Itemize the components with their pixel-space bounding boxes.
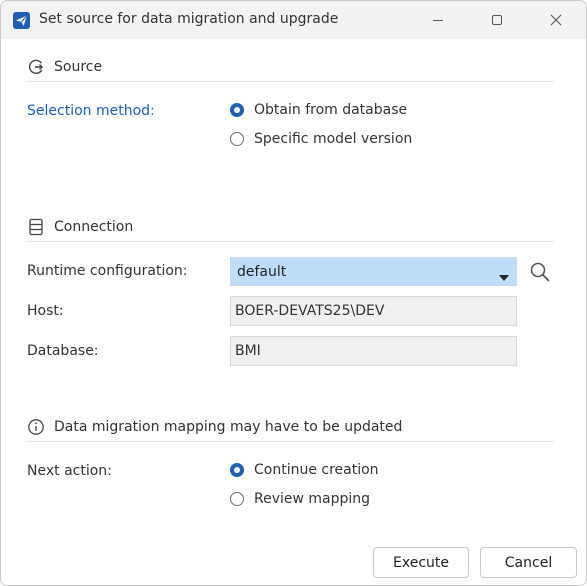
radio-label: Specific model version — [254, 131, 413, 147]
radio-specific-model-version[interactable]: Specific model version — [230, 131, 412, 147]
cancel-button[interactable]: Cancel — [480, 547, 577, 578]
selection-method-label: Selection method: — [27, 103, 155, 119]
divider — [26, 241, 554, 242]
runtime-configuration-select[interactable]: default — [230, 257, 517, 286]
source-heading: Source — [54, 59, 103, 75]
radio-label: Obtain from database — [254, 102, 408, 118]
close-button[interactable] — [536, 8, 576, 34]
radio-label: Review mapping — [254, 491, 371, 507]
radio-continue-creation[interactable]: Continue creation — [230, 462, 379, 478]
chevron-down-icon[interactable] — [499, 269, 509, 285]
notice-text: Data migration mapping may have to be up… — [54, 419, 403, 435]
maximize-button[interactable] — [477, 8, 517, 34]
radio-label: Continue creation — [254, 462, 379, 478]
send-arrow-icon — [13, 12, 30, 29]
database-label: Database: — [27, 343, 99, 359]
radio-checked-icon[interactable] — [230, 463, 244, 477]
runtime-configuration-label: Runtime configuration: — [27, 263, 188, 279]
radio-checked-icon[interactable] — [230, 103, 244, 117]
source-arrow-icon — [26, 57, 46, 77]
database-field: BMI — [230, 336, 517, 366]
host-field: BOER-DEVATS25\DEV — [230, 296, 517, 326]
radio-review-mapping[interactable]: Review mapping — [230, 491, 370, 507]
connection-heading: Connection — [54, 219, 134, 235]
dialog-window: Set source for data migration and upgrad… — [0, 0, 587, 586]
connection-section-header: Connection — [26, 217, 133, 237]
database-icon — [26, 217, 46, 237]
title-bar[interactable]: Set source for data migration and upgrad… — [1, 1, 586, 39]
search-icon[interactable] — [528, 260, 552, 284]
radio-unchecked-icon[interactable] — [230, 492, 244, 506]
info-icon — [26, 417, 46, 437]
minimize-button[interactable] — [418, 8, 458, 34]
database-value: BMI — [235, 343, 261, 359]
window-title: Set source for data migration and upgrad… — [39, 11, 339, 27]
divider — [26, 81, 554, 82]
radio-unchecked-icon[interactable] — [230, 132, 244, 146]
host-value: BOER-DEVATS25\DEV — [235, 303, 385, 319]
source-section-header: Source — [26, 57, 102, 77]
host-label: Host: — [27, 303, 64, 319]
select-value: default — [237, 264, 287, 280]
divider — [26, 441, 554, 442]
execute-button[interactable]: Execute — [373, 547, 469, 578]
next-action-label: Next action: — [27, 463, 112, 479]
radio-obtain-from-database[interactable]: Obtain from database — [230, 102, 407, 118]
notice-header: Data migration mapping may have to be up… — [26, 417, 402, 437]
